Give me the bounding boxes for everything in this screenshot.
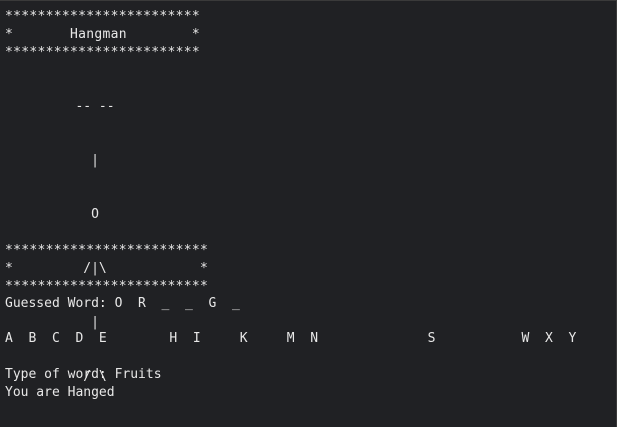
game-title: * Hangman * <box>5 27 201 42</box>
status-message: You are Hanged <box>5 385 115 400</box>
terminal-output: ************************ * Hangman * ***… <box>5 8 615 425</box>
bottom-banner-middle: * * <box>5 261 209 276</box>
bottom-banner-border: ************************* <box>5 243 209 258</box>
top-banner-border: ************************ <box>5 9 201 24</box>
hangman-head: O <box>5 207 99 222</box>
gallows-rope: | <box>5 153 99 168</box>
window-top-border <box>0 0 617 1</box>
guessed-word: Guessed Word: O R _ _ G _ <box>5 296 240 311</box>
gallows-beam: -- -- <box>5 99 115 114</box>
bottom-banner-border-bottom: ************************* <box>5 279 209 294</box>
word-type: Type of word: Fruits <box>5 367 162 382</box>
remaining-letters: A B C D E H I K M N S W X Y <box>5 331 577 346</box>
top-banner-border-bottom: ************************ <box>5 45 201 60</box>
